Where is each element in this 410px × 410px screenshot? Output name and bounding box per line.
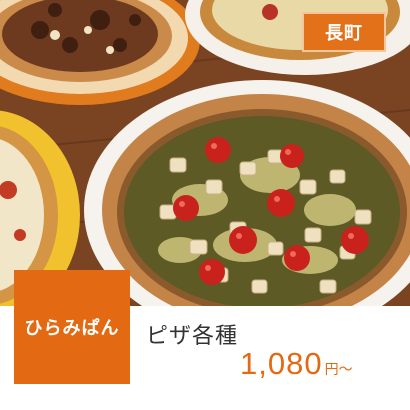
product-card[interactable]: 長町 ひらみぱん ピザ各種 1,080 円〜 <box>0 0 410 410</box>
price-amount: 1,080 <box>240 346 323 381</box>
price-suffix: 円〜 <box>324 362 353 378</box>
location-tag: 長町 <box>302 12 386 52</box>
price-row: 1,080 円〜 <box>240 346 353 382</box>
shop-name: ひらみぱん <box>24 318 120 339</box>
location-tag-label: 長町 <box>325 23 363 44</box>
shop-name-badge: ひらみぱん <box>14 270 130 384</box>
menu-item-name: ピザ各種 <box>146 324 239 349</box>
